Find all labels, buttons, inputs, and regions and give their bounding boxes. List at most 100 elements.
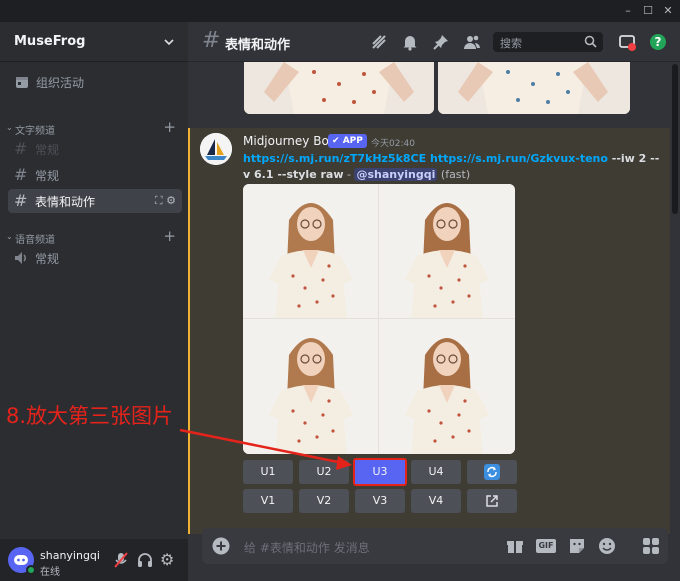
upscale-2-button[interactable]: U2 (299, 460, 349, 484)
gif-icon[interactable]: GIF (536, 537, 556, 555)
prompt-params-1: --iw 2 -- (607, 152, 660, 165)
reroll-button[interactable] (467, 460, 517, 484)
gear-icon[interactable]: ⚙ (166, 194, 176, 207)
channel-item-active[interactable]: # 表情和动作 ⛶ ⚙ (8, 189, 182, 213)
composer-placeholder: 给 #表情和动作 发消息 (244, 541, 370, 555)
search-placeholder: 搜索 (500, 37, 522, 50)
woman-portrait-image (269, 338, 353, 454)
generated-image-grid[interactable] (243, 184, 515, 454)
upscale-1-button[interactable]: U1 (243, 460, 293, 484)
close-window-button[interactable]: ✕ (660, 3, 676, 19)
previous-image[interactable] (438, 62, 630, 114)
scrollbar-thumb[interactable] (672, 64, 678, 214)
grid-image-3 (243, 319, 379, 454)
chat-area: # 表情和动作 搜索 ? Midjourney Bot ✔ APP 今天02:4… (188, 22, 680, 581)
variation-4-button[interactable]: V4 (411, 489, 461, 513)
events-label: 组织活动 (36, 76, 85, 90)
prompt-link-1[interactable]: https://s.mj.run/zT7kHz5k8CE (243, 152, 426, 165)
channel-label: 常规 (35, 252, 60, 266)
threads-icon[interactable] (370, 33, 388, 51)
woman-portrait-image (405, 338, 489, 454)
channel-label: 常规 (35, 143, 60, 157)
voice-channels-category[interactable]: ⌄ 语音频道 + (4, 227, 182, 246)
user-status: 在线 (40, 567, 60, 578)
text-channels-category[interactable]: ⌄ 文字频道 + (4, 118, 182, 137)
pin-icon[interactable] (432, 33, 450, 51)
channel-tools: ⛶ ⚙ (155, 194, 176, 208)
woman-portrait-image (269, 203, 353, 319)
user-mention[interactable]: @shanyingqi (354, 168, 438, 181)
invite-icon[interactable]: ⛶ (155, 194, 163, 207)
gif-label: GIF (536, 539, 556, 553)
voice-channel-item[interactable]: 常规 (8, 246, 182, 270)
category-arrow-icon: ⌄ (6, 123, 13, 132)
variation-1-button[interactable]: V1 (243, 489, 293, 513)
add-channel-icon[interactable]: + (163, 227, 176, 245)
category-label: 语音频道 (15, 235, 55, 246)
server-header[interactable]: MuseFrog (0, 22, 188, 62)
upscale-4-button[interactable]: U4 (411, 460, 461, 484)
dress-image (244, 62, 434, 114)
upscale-3-button[interactable]: U3 (353, 458, 407, 486)
avatar[interactable] (8, 547, 36, 575)
server-name: MuseFrog (14, 34, 86, 49)
message-highlight-bar (188, 128, 190, 534)
sailboat-logo-icon (200, 133, 232, 165)
emoji-icon[interactable] (598, 537, 616, 555)
channel-sidebar: MuseFrog 组织活动 ⌄ 文字频道 + # 常规 # 常规 # 表情和动作… (0, 22, 188, 581)
annotation-text: 8.放大第三张图片 (6, 404, 174, 428)
channel-title: 表情和动作 (225, 38, 291, 53)
grid-image-2 (379, 184, 515, 319)
message-text-line-1: https://s.mj.run/zT7kHz5k8CE https://s.m… (243, 152, 659, 165)
user-settings-gear-icon[interactable]: ⚙ (160, 551, 178, 569)
previous-image[interactable] (244, 62, 434, 114)
variation-2-button[interactable]: V2 (299, 489, 349, 513)
user-panel: shanyingqi 在线 ⚙ (0, 539, 188, 581)
headphones-icon[interactable] (136, 551, 154, 569)
grid-image-4 (379, 319, 515, 454)
hash-icon: # (202, 28, 221, 53)
speaker-icon (15, 252, 26, 264)
online-status-dot (26, 565, 36, 575)
search-input[interactable]: 搜索 (493, 32, 603, 52)
message-composer[interactable]: 给 #表情和动作 发消息 GIF (202, 528, 668, 564)
events-row[interactable]: 组织活动 (8, 70, 180, 94)
channel-item[interactable]: # 常规 (8, 163, 182, 187)
app-badge: ✔ APP (328, 134, 367, 148)
chat-scrollbar[interactable] (672, 64, 678, 514)
open-link-button[interactable] (467, 489, 517, 513)
gift-icon[interactable] (506, 537, 524, 555)
help-icon[interactable]: ? (649, 33, 667, 51)
variation-3-button[interactable]: V3 (355, 489, 405, 513)
chevron-down-icon (164, 39, 174, 46)
sticker-icon[interactable] (568, 537, 586, 555)
members-icon[interactable] (463, 33, 481, 51)
grid-divider (243, 318, 515, 319)
maximize-button[interactable]: ☐ (640, 3, 656, 19)
mute-mic-icon[interactable] (112, 551, 130, 569)
prompt-params-2: v 6.1 --style raw (243, 168, 344, 181)
message-text-line-2: v 6.1 --style raw - @shanyingqi (fast) (243, 168, 470, 181)
app-badge-label: APP (342, 136, 363, 146)
grid-divider (378, 184, 379, 454)
search-icon (584, 35, 597, 48)
chat-header: # 表情和动作 搜索 ? (188, 22, 680, 62)
channel-label: 常规 (35, 169, 60, 183)
message-author[interactable]: Midjourney Bot (243, 134, 334, 148)
inbox-icon[interactable] (618, 33, 636, 51)
bell-icon[interactable] (401, 33, 419, 51)
svg-text:?: ? (655, 35, 662, 49)
add-attachment-icon[interactable] (212, 537, 230, 555)
grid-image-1 (243, 184, 379, 319)
channel-item[interactable]: # 常规 (8, 137, 182, 161)
bot-avatar[interactable] (200, 133, 232, 165)
prompt-link-2[interactable]: https://s.mj.run/Gzkvux-teno (430, 152, 608, 165)
minimize-button[interactable]: – (620, 3, 636, 19)
add-channel-icon[interactable]: + (163, 118, 176, 136)
refresh-icon (484, 464, 500, 480)
external-link-icon (486, 495, 498, 507)
message-timestamp: 今天02:40 (371, 139, 415, 149)
discord-logo-icon (14, 555, 28, 565)
category-arrow-icon: ⌄ (6, 232, 13, 241)
apps-icon[interactable] (640, 535, 662, 557)
